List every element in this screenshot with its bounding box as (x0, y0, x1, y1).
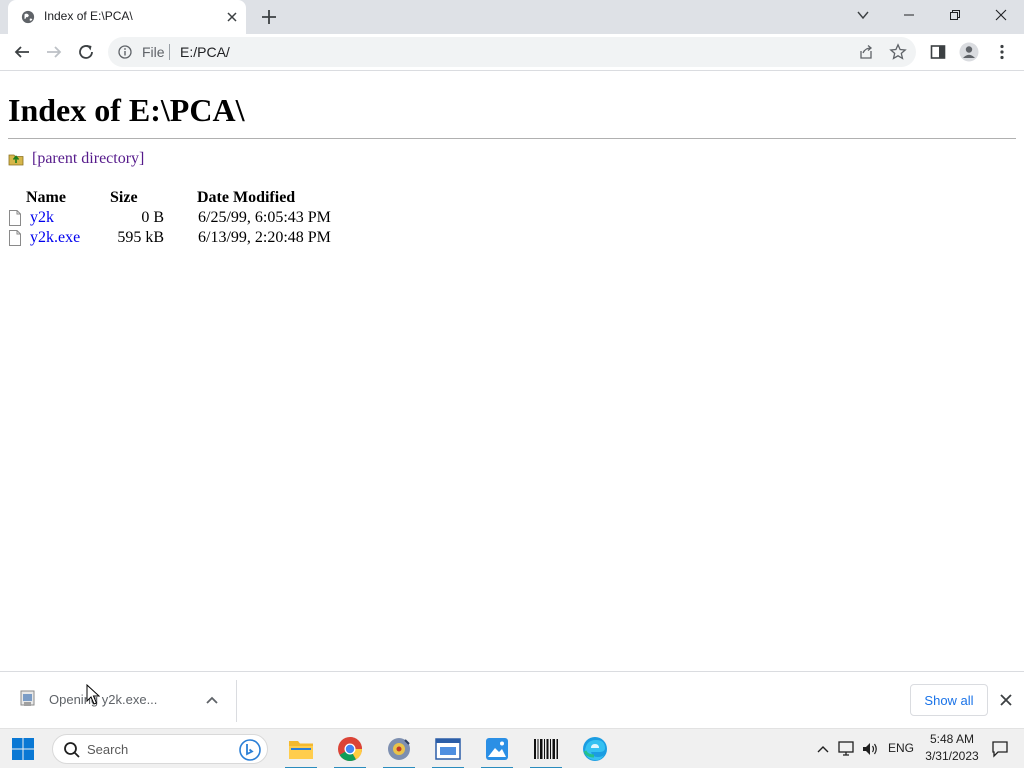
avatar-icon (959, 42, 979, 62)
table-row: y2k.exe 595 kB 6/13/99, 2:20:48 PM (8, 228, 331, 248)
taskbar-search-box[interactable]: Search (52, 734, 268, 764)
arrow-left-icon (14, 46, 29, 58)
parent-directory-link[interactable]: [parent directory] (32, 150, 144, 168)
column-header-size[interactable]: Size (94, 188, 164, 208)
disk-utility-icon (388, 738, 410, 760)
windows-taskbar: Search ENG 5:48 AM 3/31/2023 (0, 728, 1024, 768)
barcode-icon (534, 739, 558, 759)
browser-toolbar: File E:/PCA/ (0, 34, 1024, 71)
page-title: Index of E:\PCA\ (8, 92, 245, 128)
search-icon (64, 742, 80, 758)
download-status-text: Opening y2k.exe... (49, 692, 158, 707)
folder-icon (289, 741, 313, 759)
photos-icon (486, 738, 508, 760)
column-header-name[interactable]: Name (8, 188, 94, 208)
kebab-menu-icon (1000, 44, 1004, 60)
file-explorer-app[interactable] (285, 733, 317, 768)
side-panel-button[interactable] (928, 42, 948, 62)
restore-icon (950, 10, 960, 20)
notification-icon[interactable] (991, 740, 1009, 758)
folder-up-icon (8, 154, 24, 166)
arrow-right-icon (47, 46, 62, 58)
chevron-down-icon (857, 11, 869, 20)
edge-app[interactable] (579, 733, 611, 765)
file-date-cell: 6/13/99, 2:20:48 PM (198, 229, 331, 246)
mouse-cursor-icon (86, 684, 100, 705)
file-name-cell: y2k.exe (8, 228, 94, 248)
file-size-cell: 595 kB (117, 229, 164, 246)
tab-strip: Index of E:\PCA\ (0, 0, 1024, 34)
volume-icon[interactable] (861, 740, 879, 758)
title-divider (8, 138, 1016, 139)
network-icon[interactable] (837, 740, 855, 758)
info-icon[interactable] (118, 45, 132, 59)
file-size-cell: 0 B (141, 209, 164, 226)
directory-listing-page: Index of E:\PCA\ [parent directory] Name… (0, 72, 1024, 671)
installer-file-icon (20, 690, 35, 706)
url-text[interactable]: E:/PCA/ (180, 44, 230, 60)
omnibox-separator (169, 44, 170, 60)
minimize-button[interactable] (886, 0, 932, 30)
address-bar[interactable]: File E:/PCA/ (108, 37, 916, 67)
file-icon (9, 230, 21, 246)
close-icon (995, 9, 1007, 21)
download-shelf: Opening y2k.exe... Show all (0, 671, 1024, 728)
chevron-up-icon[interactable] (814, 740, 832, 758)
back-button[interactable] (12, 42, 32, 62)
windows-start-icon[interactable] (12, 738, 34, 760)
chrome-app[interactable] (334, 733, 366, 768)
reload-button[interactable] (76, 42, 96, 62)
tab-search-button[interactable] (840, 0, 886, 30)
download-item[interactable]: Opening y2k.exe... (14, 682, 236, 718)
parent-directory-row: [parent directory] (8, 150, 144, 168)
edge-icon (583, 737, 607, 761)
close-tab-icon[interactable] (224, 9, 240, 25)
chrome-icon (338, 737, 362, 762)
menu-button[interactable] (992, 42, 1012, 62)
file-icon (9, 210, 21, 226)
share-icon[interactable] (858, 44, 874, 60)
scheme-label: File (142, 44, 165, 60)
profile-button[interactable] (959, 42, 979, 62)
file-name-cell: y2k (8, 208, 94, 228)
forward-button[interactable] (44, 42, 64, 62)
chevron-up-icon[interactable] (204, 692, 220, 708)
browser-tab[interactable]: Index of E:\PCA\ (8, 0, 246, 34)
bing-icon[interactable] (239, 739, 261, 761)
input-language[interactable]: ENG (888, 741, 914, 755)
app-pinned-4[interactable] (432, 733, 464, 768)
app-pinned-3[interactable] (383, 733, 415, 768)
new-tab-icon[interactable] (259, 7, 279, 27)
file-link[interactable]: y2k (30, 209, 54, 227)
taskbar-clock[interactable]: 5:48 AM 3/31/2023 (920, 731, 984, 765)
show-all-button[interactable]: Show all (910, 684, 988, 716)
search-placeholder: Search (87, 742, 129, 757)
clock-date: 3/31/2023 (925, 749, 979, 763)
table-row: y2k 0 B 6/25/99, 6:05:43 PM (8, 208, 331, 228)
table-header-row: Name Size Date Modified (8, 188, 331, 208)
file-table: Name Size Date Modified y2k 0 B 6/25/99,… (8, 188, 331, 248)
file-link[interactable]: y2k.exe (30, 229, 80, 247)
window-app-icon (435, 738, 461, 760)
column-header-date[interactable]: Date Modified (164, 188, 331, 208)
side-panel-icon (930, 45, 946, 59)
reload-icon (79, 45, 93, 59)
download-divider (236, 680, 237, 722)
photos-app[interactable] (481, 733, 513, 768)
barcode-app[interactable] (530, 733, 562, 768)
close-window-button[interactable] (978, 0, 1024, 30)
file-date-cell: 6/25/99, 6:05:43 PM (198, 209, 331, 226)
restore-button[interactable] (932, 0, 978, 30)
bookmark-star-icon[interactable] (889, 43, 907, 61)
tab-title: Index of E:\PCA\ (44, 9, 133, 23)
minimize-icon (904, 14, 914, 16)
close-download-shelf-icon[interactable] (998, 692, 1014, 708)
globe-icon (21, 10, 35, 24)
clock-time: 5:48 AM (929, 732, 975, 746)
